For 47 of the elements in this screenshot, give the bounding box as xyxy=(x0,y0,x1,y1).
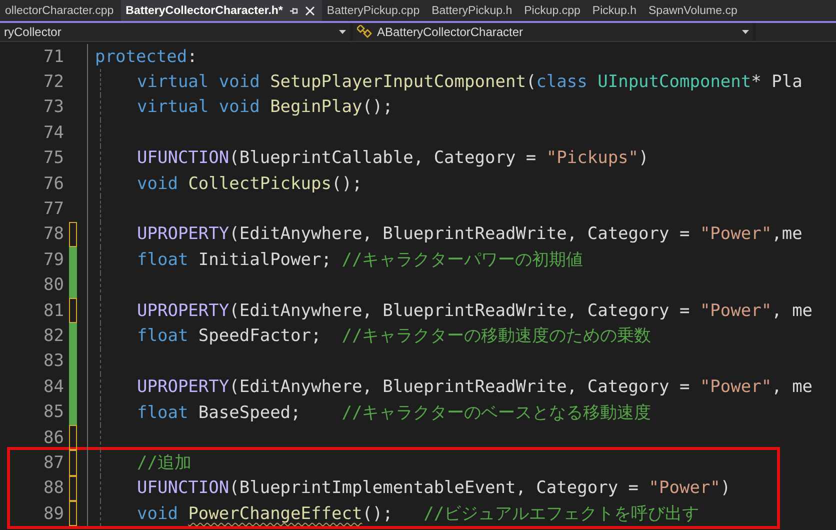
line-number: 78 xyxy=(42,224,64,244)
code-line: UPROPERTY(EditAnywhere, BlueprintReadWrite, Category = "Power", me xyxy=(88,298,813,324)
code-line: UFUNCTION(BlueprintImplementableEvent, Category = "Power") xyxy=(88,476,731,502)
file-tab[interactable]: Pickup.h xyxy=(587,0,644,21)
file-tab[interactable]: BatteryPickup.h xyxy=(426,0,520,21)
code-line: virtual void SetupPlayerInputComponent(class UInputComponent* Pla xyxy=(88,69,802,95)
file-tab[interactable]: ollectorCharacter.cpp xyxy=(0,0,121,21)
line-number: 80 xyxy=(42,275,64,296)
line-number: 73 xyxy=(42,97,64,118)
code-line: UPROPERTY(EditAnywhere, BlueprintReadWrite, Category = "Power",me xyxy=(88,222,802,248)
line-number: 77 xyxy=(42,199,64,220)
line-number: 84 xyxy=(42,376,64,397)
line-number: 72 xyxy=(42,72,64,92)
code-line: //追加 xyxy=(88,450,192,476)
code-line: float InitialPower; //キャラクターパワーの初期値 xyxy=(88,247,584,273)
line-number: 85 xyxy=(42,402,64,422)
project-dropdown[interactable]: ryCollector xyxy=(0,23,350,41)
code-line: void CollectPickups(); xyxy=(88,170,362,196)
code-line: float BaseSpeed; //キャラクターのベースとなる移動速度 xyxy=(88,399,652,425)
caret-icon xyxy=(742,30,749,34)
code-line: virtual void BeginPlay(); xyxy=(88,94,393,120)
line-number: 88 xyxy=(42,478,64,498)
file-tab[interactable]: SpawnVolume.cp xyxy=(644,0,744,21)
code-line: UFUNCTION(BlueprintCallable, Category = "Pickups") xyxy=(88,146,649,171)
line-number: 86 xyxy=(42,428,64,448)
file-tab[interactable]: BatteryCollectorCharacter.h* xyxy=(120,0,322,21)
scope-dropdown[interactable]: ABatteryCollectorCharacter xyxy=(353,23,753,41)
line-number: 89 xyxy=(42,504,64,524)
line-number: 74 xyxy=(42,122,64,143)
line-number: 82 xyxy=(42,326,64,346)
line-number: 79 xyxy=(42,250,64,270)
code-line: protected: xyxy=(94,46,198,69)
line-number: 81 xyxy=(42,300,64,321)
pin-icon[interactable] xyxy=(288,6,299,16)
code-line: void PowerChangeEffect(); //ビジュアルエフェクトを呼び出す xyxy=(88,501,700,526)
close-icon[interactable] xyxy=(304,6,315,16)
line-number: 75 xyxy=(42,148,64,168)
code-line: float SpeedFactor; //キャラクターの移動速度のための乗数 xyxy=(88,323,652,349)
line-number: 87 xyxy=(42,452,64,473)
caret-icon xyxy=(339,30,346,34)
code-line: UPROPERTY(EditAnywhere, BlueprintReadWrite, Category = "Power", me xyxy=(88,374,813,400)
file-tab[interactable]: BatteryPickup.cpp xyxy=(322,0,427,21)
line-number: 83 xyxy=(42,351,64,372)
file-tab[interactable]: Pickup.cpp xyxy=(519,0,588,21)
line-number: 76 xyxy=(42,174,64,194)
class-icon xyxy=(357,25,373,39)
line-number: 71 xyxy=(42,46,64,67)
